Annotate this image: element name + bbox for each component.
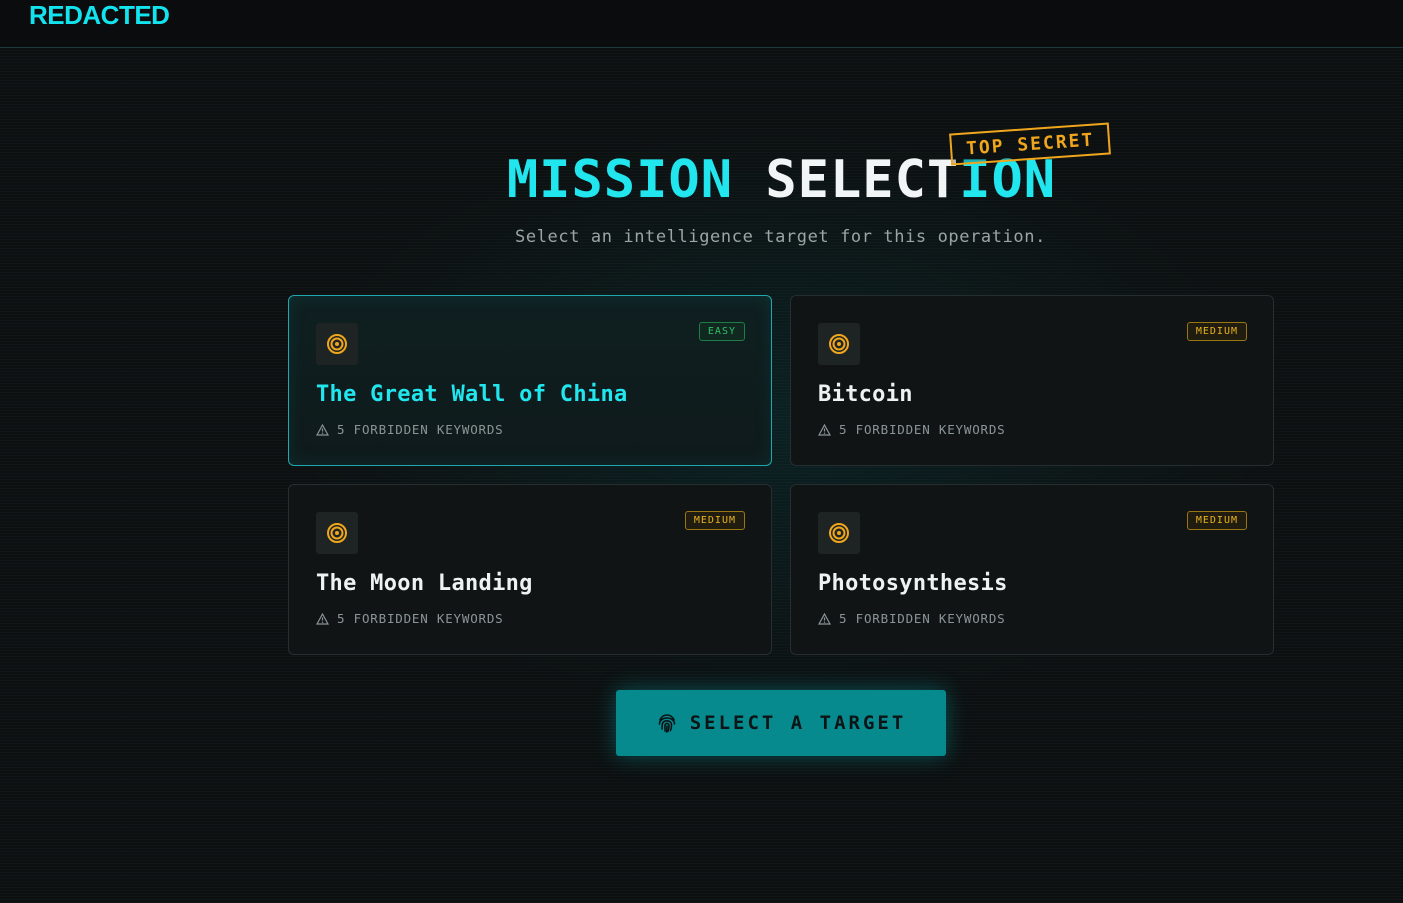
warning-icon [818,423,831,436]
mission-title: The Great Wall of China [316,382,628,407]
keywords-label: 5 FORBIDDEN KEYWORDS [839,422,1006,437]
mission-card-bitcoin[interactable]: MEDIUM Bitcoin 5 FORBIDDEN KEYWORDS [790,295,1274,466]
keywords-label: 5 FORBIDDEN KEYWORDS [337,611,504,626]
page-subtitle: Select an intelligence target for this o… [515,227,1046,247]
select-target-button[interactable]: SELECT A TARGET [616,690,946,756]
top-bar: REDACTED [0,0,1403,48]
target-icon [316,512,358,554]
difficulty-badge: MEDIUM [1186,322,1247,341]
warning-icon [316,423,329,436]
forbidden-keywords-count: 5 FORBIDDEN KEYWORDS [818,422,1006,437]
title-word-select: SELECT [765,150,960,210]
fingerprint-icon [658,714,676,733]
mission-card-moon-landing[interactable]: MEDIUM The Moon Landing 5 FORBIDDEN KEYW… [288,484,772,655]
mission-title: The Moon Landing [316,571,533,596]
target-icon [316,323,358,365]
difficulty-badge: EASY [698,322,745,341]
difficulty-badge: MEDIUM [1186,511,1247,530]
warning-icon [316,612,329,625]
title-word-mission: MISSION [506,150,734,210]
difficulty-badge: MEDIUM [684,511,745,530]
page-title: MISSION SELECTION [0,150,1403,210]
forbidden-keywords-count: 5 FORBIDDEN KEYWORDS [818,611,1006,626]
mission-card-photosynthesis[interactable]: MEDIUM Photosynthesis 5 FORBIDDEN KEYWOR… [790,484,1274,655]
mission-title: Photosynthesis [818,571,1008,596]
target-icon [818,323,860,365]
target-icon [818,512,860,554]
mission-title: Bitcoin [818,382,913,407]
keywords-label: 5 FORBIDDEN KEYWORDS [839,611,1006,626]
warning-icon [818,612,831,625]
select-target-label: SELECT A TARGET [689,712,907,734]
brand-logo[interactable]: REDACTED [29,0,170,31]
mission-card-great-wall[interactable]: EASY The Great Wall of China 5 FORBIDDEN… [288,295,772,466]
forbidden-keywords-count: 5 FORBIDDEN KEYWORDS [316,422,504,437]
keywords-label: 5 FORBIDDEN KEYWORDS [337,422,504,437]
forbidden-keywords-count: 5 FORBIDDEN KEYWORDS [316,611,504,626]
